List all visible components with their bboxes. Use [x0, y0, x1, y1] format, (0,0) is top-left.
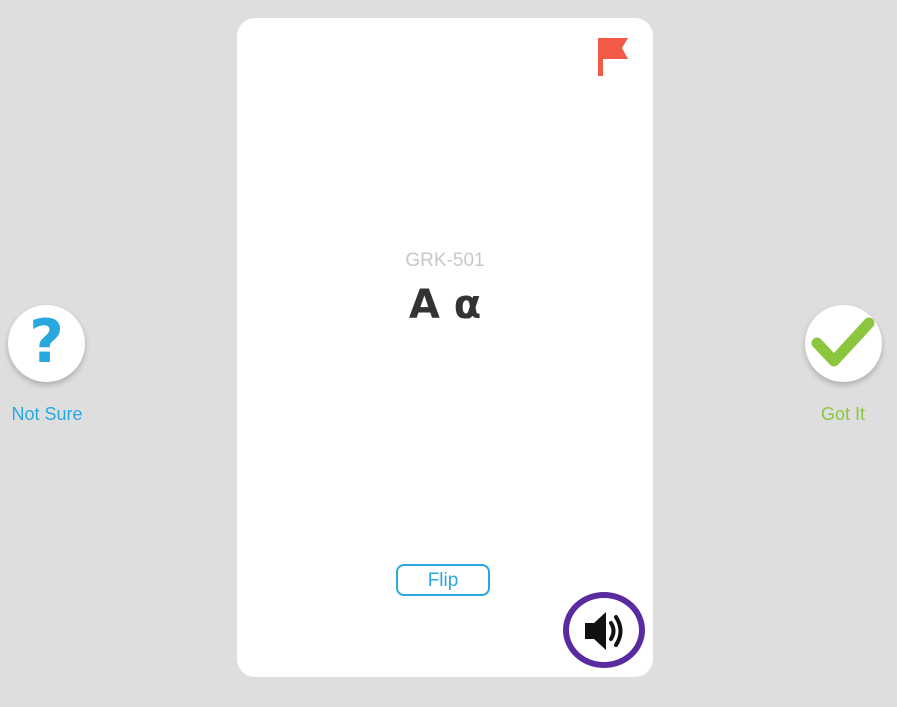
- not-sure-label[interactable]: Not Sure: [0, 404, 102, 425]
- speaker-icon: [585, 612, 623, 650]
- got-it-button[interactable]: [805, 305, 882, 382]
- not-sure-button[interactable]: ?: [8, 305, 85, 382]
- flashcard: GRK-501 Α α Flip: [237, 18, 653, 677]
- card-term: Α α: [408, 282, 482, 328]
- got-it-label[interactable]: Got It: [788, 404, 897, 425]
- card-code: GRK-501: [405, 250, 485, 271]
- audio-button[interactable]: [563, 592, 645, 668]
- flashcard-stage: ? Not Sure GRK-501 Α α Flip Got It: [0, 0, 897, 707]
- flip-button[interactable]: Flip: [396, 564, 490, 596]
- question-mark-icon: ?: [29, 307, 64, 377]
- flag-icon: [598, 38, 628, 76]
- flag-button[interactable]: [596, 36, 632, 78]
- checkmark-icon: [811, 317, 875, 367]
